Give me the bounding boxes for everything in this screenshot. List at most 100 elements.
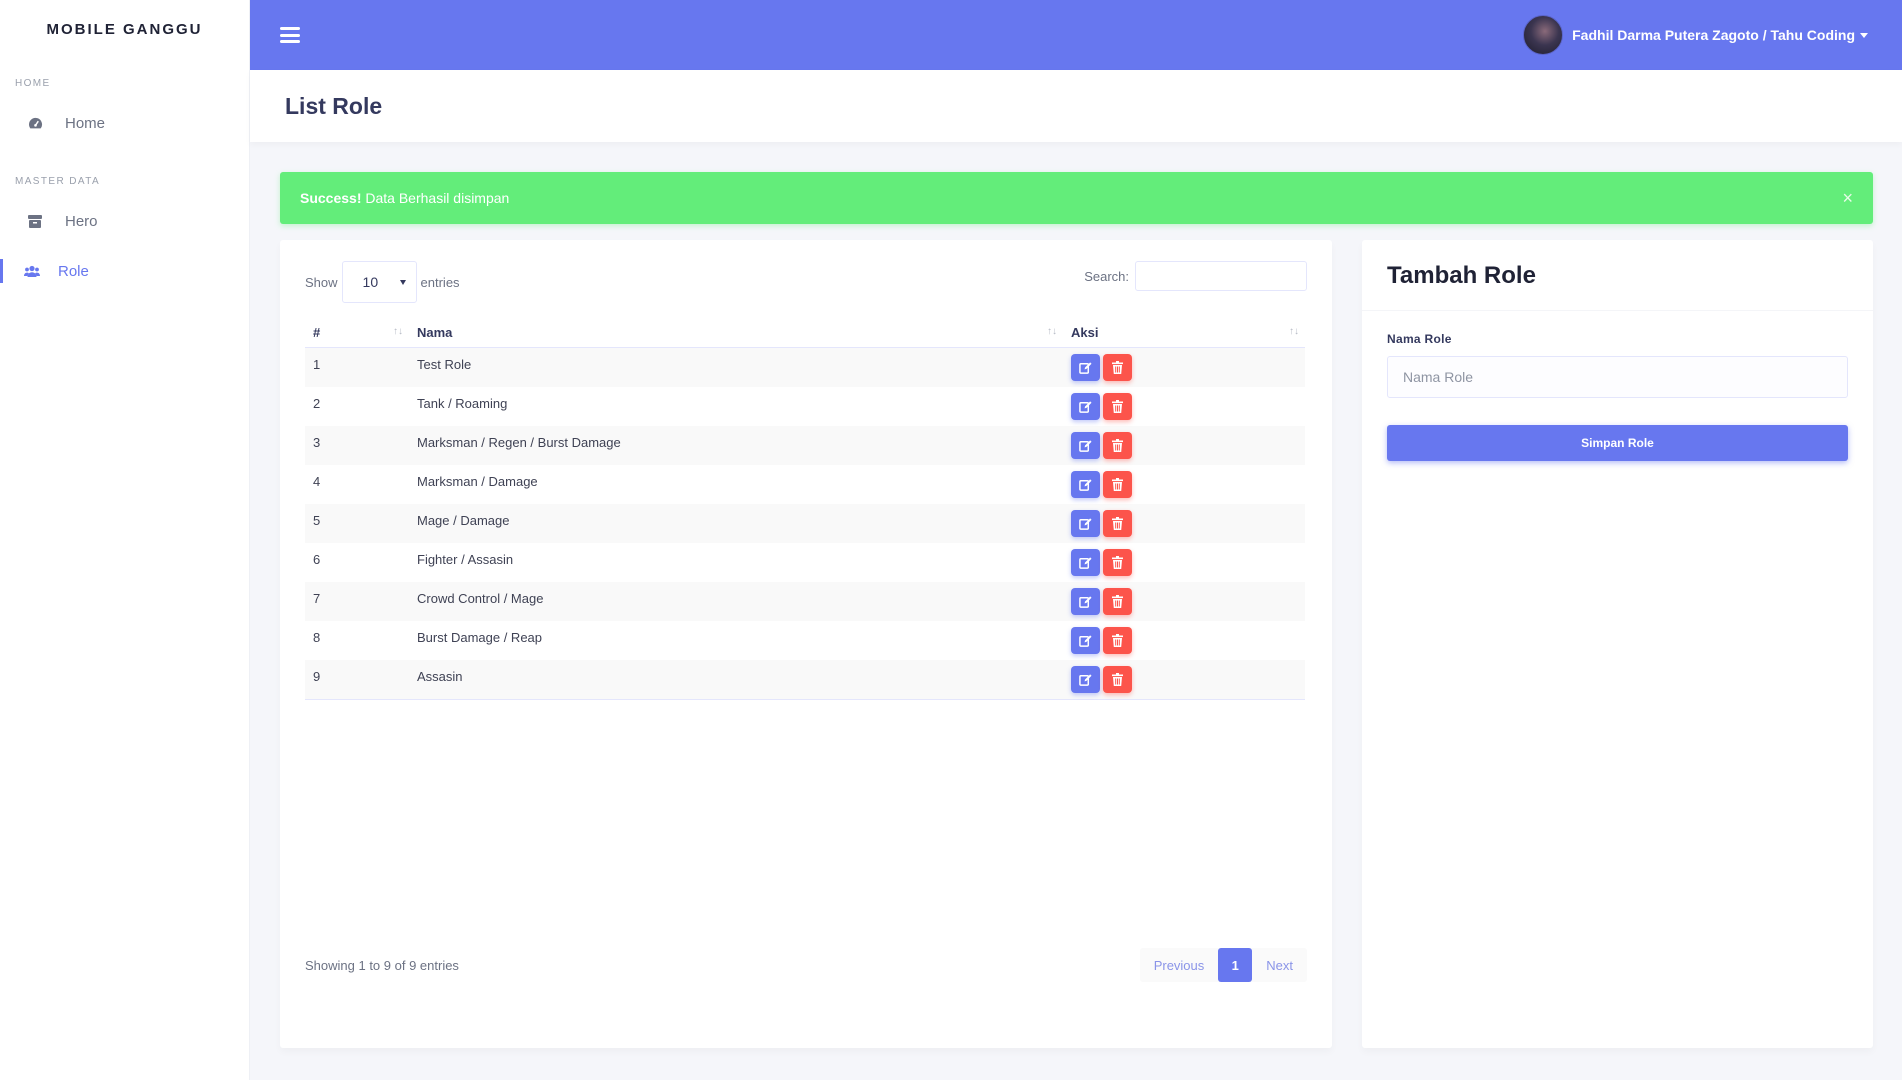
form-title: Tambah Role xyxy=(1387,262,1536,289)
cell-number: 6 xyxy=(313,552,321,567)
sidebar-item-home[interactable]: Home xyxy=(0,98,249,148)
users-icon xyxy=(24,263,40,279)
caret-down-icon xyxy=(1860,32,1868,38)
table-row: 2 Tank / Roaming xyxy=(305,387,1305,426)
cell-aksi xyxy=(1063,504,1305,543)
column-header-number[interactable]: # ↑↓ xyxy=(305,318,409,348)
dropdown-arrow-icon xyxy=(399,279,406,285)
cell-nama: Tank / Roaming xyxy=(417,396,508,411)
cell-number: 4 xyxy=(313,474,321,489)
edit-icon xyxy=(1079,674,1092,686)
cell-number: 2 xyxy=(313,396,321,411)
column-label: Nama xyxy=(417,325,453,340)
edit-icon xyxy=(1079,557,1092,569)
sidebar-item-label: Home xyxy=(65,114,106,132)
edit-button[interactable] xyxy=(1071,432,1100,459)
cell-aksi xyxy=(1063,621,1305,660)
edit-button[interactable] xyxy=(1071,393,1100,420)
entries-length: Show 10 entries xyxy=(305,261,460,303)
cell-aksi xyxy=(1063,582,1305,621)
sidebar-heading-home: HOME xyxy=(15,78,51,89)
trash-icon xyxy=(1112,595,1123,608)
cell-nama: Assasin xyxy=(417,669,463,684)
success-alert: Success! Data Berhasil disimpan × xyxy=(280,172,1873,224)
trash-icon xyxy=(1112,400,1123,413)
sidebar-item-label: Hero xyxy=(65,212,98,230)
edit-button[interactable] xyxy=(1071,510,1100,537)
alert-text: Success! Data Berhasil disimpan xyxy=(300,190,509,206)
delete-button[interactable] xyxy=(1103,393,1132,420)
edit-icon xyxy=(1079,635,1092,647)
delete-button[interactable] xyxy=(1103,432,1132,459)
cell-nama: Crowd Control / Mage xyxy=(417,591,544,606)
pagination-page-1[interactable]: 1 xyxy=(1218,948,1253,982)
edit-button[interactable] xyxy=(1071,666,1100,693)
table-row: 8 Burst Damage / Reap xyxy=(305,621,1305,660)
cell-number: 5 xyxy=(313,513,321,528)
table-controls: Show 10 entries Search: xyxy=(305,260,1307,304)
sidebar-item-role[interactable]: Role xyxy=(0,246,249,296)
edit-button[interactable] xyxy=(1071,354,1100,381)
brand-logo[interactable]: MOBILE GANGGU xyxy=(0,0,249,58)
sort-icon: ↑↓ xyxy=(1289,325,1299,337)
edit-button[interactable] xyxy=(1071,549,1100,576)
edit-icon xyxy=(1079,596,1092,608)
trash-icon xyxy=(1112,478,1123,491)
edit-button[interactable] xyxy=(1071,471,1100,498)
cell-number: 1 xyxy=(313,357,321,372)
entries-value: 10 xyxy=(362,274,379,290)
close-icon[interactable]: × xyxy=(1842,188,1853,209)
table-row: 4 Marksman / Damage xyxy=(305,465,1305,504)
pagination: Previous 1 Next xyxy=(1139,948,1307,982)
entries-select[interactable]: 10 xyxy=(341,261,417,303)
cell-aksi xyxy=(1063,426,1305,465)
nama-role-input[interactable]: Nama Role xyxy=(1387,356,1848,398)
table-row: 9 Assasin xyxy=(305,660,1305,699)
trash-icon xyxy=(1112,556,1123,569)
delete-button[interactable] xyxy=(1103,627,1132,654)
delete-button[interactable] xyxy=(1103,471,1132,498)
show-label: Show xyxy=(305,274,338,290)
section-header: List Role xyxy=(250,70,1902,142)
search-label: Search: xyxy=(1084,268,1129,284)
cell-number: 8 xyxy=(313,630,321,645)
trash-icon xyxy=(1112,517,1123,530)
table-search: Search: xyxy=(1084,261,1307,291)
pagination-previous[interactable]: Previous xyxy=(1140,948,1219,982)
search-input[interactable] xyxy=(1135,261,1307,291)
delete-button[interactable] xyxy=(1103,510,1132,537)
cell-number: 3 xyxy=(313,435,321,450)
divider xyxy=(1362,310,1873,311)
role-table-card: Show 10 entries Search: # ↑↓ Nama ↑↓ Aks… xyxy=(280,240,1332,1048)
cell-nama: Test Role xyxy=(417,357,472,372)
delete-button[interactable] xyxy=(1103,354,1132,381)
entries-label: entries xyxy=(420,274,460,290)
sort-icon: ↑↓ xyxy=(393,325,403,337)
table-row: 1 Test Role xyxy=(305,348,1305,387)
edit-button[interactable] xyxy=(1071,588,1100,615)
edit-icon xyxy=(1079,440,1092,452)
cell-nama: Marksman / Regen / Burst Damage xyxy=(417,435,621,450)
delete-button[interactable] xyxy=(1103,549,1132,576)
delete-button[interactable] xyxy=(1103,588,1132,615)
delete-button[interactable] xyxy=(1103,666,1132,693)
save-role-button[interactable]: Simpan Role xyxy=(1387,425,1848,461)
table-row: 5 Mage / Damage xyxy=(305,504,1305,543)
column-label: Aksi xyxy=(1071,325,1099,340)
role-table: # ↑↓ Nama ↑↓ Aksi ↑↓ 1 Test Role 2 Tank / R… xyxy=(305,318,1305,700)
cell-aksi xyxy=(1063,348,1305,387)
column-header-nama[interactable]: Nama ↑↓ xyxy=(409,318,1063,348)
trash-icon xyxy=(1112,673,1123,686)
cell-aksi xyxy=(1063,543,1305,582)
menu-toggle-icon[interactable] xyxy=(280,27,300,43)
sidebar-item-hero[interactable]: Hero xyxy=(0,196,249,246)
archive-icon xyxy=(27,213,43,229)
user-menu[interactable]: Fadhil Darma Putera Zagoto / Tahu Coding xyxy=(1523,15,1868,55)
cell-number: 7 xyxy=(313,591,321,606)
column-header-aksi[interactable]: Aksi ↑↓ xyxy=(1063,318,1305,348)
pagination-next[interactable]: Next xyxy=(1252,948,1307,982)
edit-button[interactable] xyxy=(1071,627,1100,654)
top-navbar: Fadhil Darma Putera Zagoto / Tahu Coding xyxy=(250,0,1902,70)
table-row: 3 Marksman / Regen / Burst Damage xyxy=(305,426,1305,465)
cell-aksi xyxy=(1063,660,1305,699)
